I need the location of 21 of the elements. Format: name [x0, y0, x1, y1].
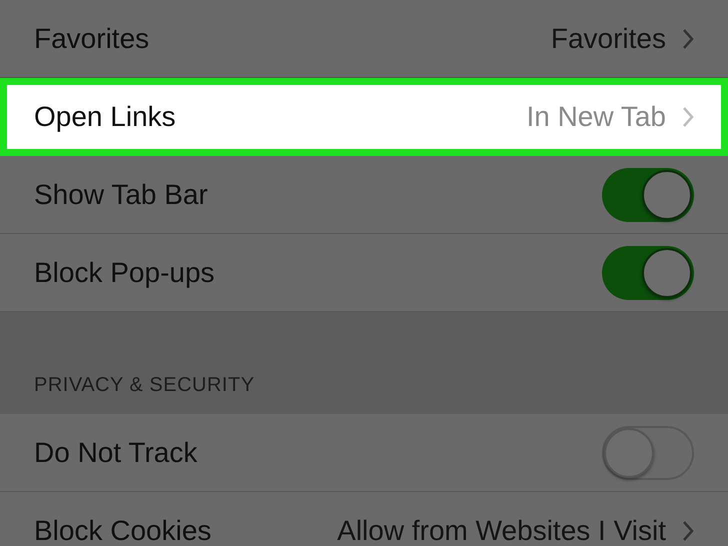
- row-label: Block Pop-ups: [34, 256, 215, 290]
- row-value: In New Tab: [526, 100, 666, 134]
- settings-row[interactable]: Block Cookies Allow from Websites I Visit: [0, 492, 728, 546]
- row-label: Favorites: [34, 22, 150, 56]
- settings-row[interactable]: Show Tab Bar: [0, 156, 728, 234]
- row-label: Open Links: [34, 100, 176, 134]
- settings-row[interactable]: Do Not Track: [0, 414, 728, 492]
- chevron-right-icon: [682, 520, 694, 542]
- row-label: Show Tab Bar: [34, 178, 208, 212]
- toggle-switch[interactable]: [602, 168, 694, 222]
- chevron-right-icon: [682, 28, 694, 50]
- row-value: Favorites: [550, 22, 666, 56]
- row-label: Do Not Track: [34, 436, 198, 470]
- section-header: PRIVACY & SECURITY: [33, 373, 256, 398]
- settings-row[interactable]: Open Links In New Tab: [0, 78, 728, 156]
- toggle-switch[interactable]: [602, 246, 694, 300]
- row-value: Allow from Websites I Visit: [337, 514, 666, 546]
- toggle-switch[interactable]: [602, 426, 694, 480]
- row-label: Block Cookies: [34, 514, 212, 546]
- settings-row[interactable]: Block Pop-ups: [0, 234, 728, 312]
- chevron-right-icon: [682, 106, 694, 128]
